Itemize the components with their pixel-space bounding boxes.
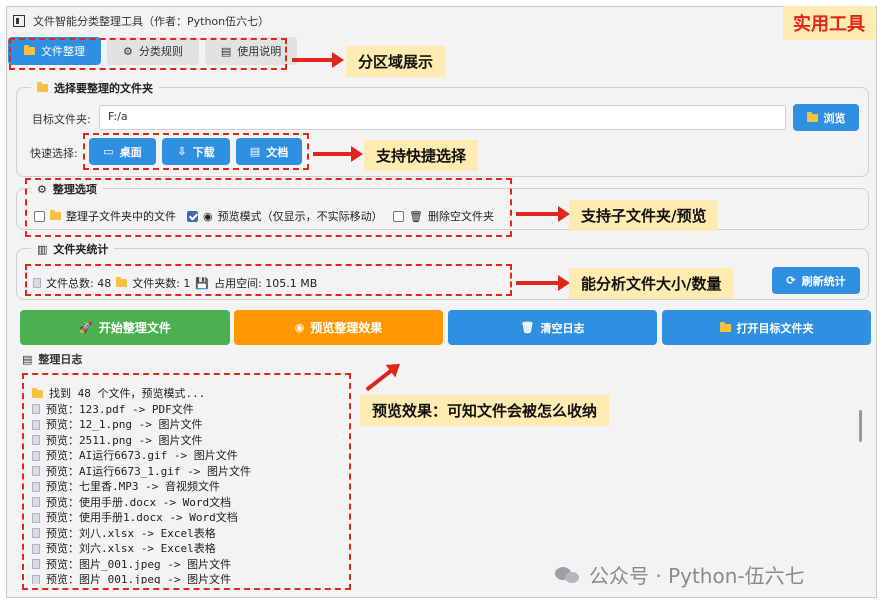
log-scrollbar[interactable] (859, 410, 862, 442)
annotation-arrow-tabs (292, 52, 344, 68)
callout-log: 预览效果：可知文件会被怎么收纳 (360, 395, 610, 426)
folder-icon (806, 111, 818, 122)
title-bar: 文件智能分类整理工具（作者：Python伍六七） (7, 7, 876, 35)
utility-badge: 实用工具 (783, 6, 875, 40)
callout-options: 支持子文件夹/预览 (569, 200, 719, 231)
wechat-icon (555, 565, 581, 585)
annotation-arrow-stats (516, 275, 570, 291)
annotation-box-tabs (9, 38, 287, 70)
log-title: ▤ 整理日志 (22, 352, 83, 366)
callout-quick: 支持快捷选择 (364, 140, 479, 171)
annotation-box-quick (83, 133, 309, 170)
clear-log-button[interactable]: 🗑 清空日志 (448, 310, 657, 345)
start-organize-button[interactable]: 🚀 开始整理文件 (20, 310, 230, 345)
folder-select-title: 选择要整理的文件夹 (31, 80, 159, 96)
target-folder-label: 目标文件夹: (32, 113, 91, 126)
annotation-box-options (25, 178, 512, 237)
chart-icon: ▥ (37, 242, 48, 256)
callout-tabs: 分区域展示 (346, 46, 446, 77)
annotation-arrow-options (516, 206, 570, 222)
browse-button[interactable]: 浏览 (793, 104, 859, 131)
annotation-box-stats (25, 264, 512, 296)
app-icon (13, 15, 25, 27)
annotation-box-log (22, 373, 351, 590)
quick-select-label: 快速选择: (30, 147, 78, 160)
log-icon: ▤ (22, 352, 33, 366)
target-folder-input[interactable]: F:/a (99, 105, 786, 130)
window-title: 文件智能分类整理工具（作者：Python伍六七） (33, 15, 270, 28)
folder-icon (37, 82, 48, 92)
rocket-icon: 🚀 (79, 321, 93, 334)
refresh-icon: ⟳ (786, 274, 796, 287)
eye-icon: ◉ (294, 321, 305, 334)
stats-title: ▥ 文件夹统计 (31, 241, 115, 257)
annotation-arrow-quick (313, 146, 363, 162)
open-target-folder-button[interactable]: 打开目标文件夹 (662, 310, 871, 345)
trash-icon: 🗑 (520, 321, 535, 334)
preview-organize-button[interactable]: ◉ 预览整理效果 (234, 310, 443, 345)
callout-stats: 能分析文件大小/数量 (569, 268, 734, 299)
folder-icon (719, 321, 731, 332)
refresh-stats-button[interactable]: ⟳ 刷新统计 (772, 267, 860, 294)
watermark: 公众号 · Python-伍六七 (555, 560, 805, 589)
